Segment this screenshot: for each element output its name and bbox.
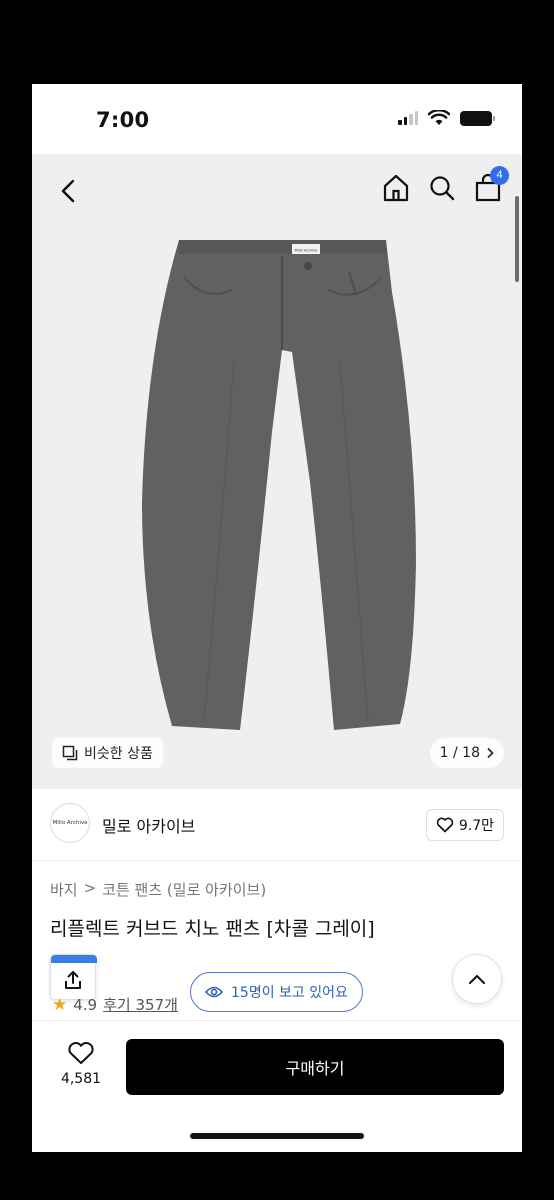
- home-icon[interactable]: [380, 172, 412, 204]
- rating-score: 4.9: [73, 995, 98, 1014]
- product-image-gallery[interactable]: 4 Millo Archive 비슷한 상품 1 / 18: [32, 154, 522, 789]
- product-image: Millo Archive: [142, 240, 416, 730]
- cart-count-badge: 4: [490, 166, 509, 185]
- breadcrumb-item[interactable]: 코튼 팬츠 (밀로 아카이브): [102, 879, 266, 900]
- product-title: 리플렉트 커브드 치노 팬츠 [차콜 그레이]: [50, 918, 375, 940]
- brand-logo: Millo Archive: [50, 803, 90, 843]
- wishlist-count: 4,581: [60, 1071, 102, 1087]
- status-bar: 7:00: [32, 84, 522, 154]
- similar-products-label: 비슷한 상품: [84, 746, 153, 762]
- product-rating: ★ 4.9 후기 357개: [52, 994, 178, 1015]
- similar-icon: [62, 745, 78, 761]
- viewers-badge: 15명이 보고 있어요: [190, 972, 363, 1012]
- app-screen: 7:00 4 Millo Archive 비슷한 상품 1 / 18 Millo…: [32, 84, 522, 1152]
- breadcrumb-separator: >: [83, 879, 97, 897]
- status-icons: [398, 110, 495, 126]
- battery-icon: [460, 110, 495, 126]
- heart-icon: [436, 817, 454, 833]
- similar-products-button[interactable]: 비슷한 상품: [52, 738, 163, 768]
- viewers-text: 15명이 보고 있어요: [231, 985, 348, 1001]
- brand-like-count: 9.7만: [458, 818, 494, 834]
- brand-row[interactable]: Millo Archive 밀로 아카이브 9.7만: [32, 789, 522, 861]
- eye-icon: [205, 986, 223, 998]
- buy-button[interactable]: 구매하기: [126, 1039, 504, 1095]
- star-icon: ★: [52, 994, 68, 1015]
- search-icon[interactable]: [426, 172, 458, 204]
- wishlist-button[interactable]: 4,581: [54, 1041, 108, 1087]
- chevron-right-icon: [487, 747, 494, 759]
- heart-icon: [68, 1042, 94, 1064]
- breadcrumb-item[interactable]: 바지: [50, 879, 78, 900]
- breadcrumb: 바지 > 코튼 팬츠 (밀로 아카이브): [50, 879, 266, 900]
- brand-like-button[interactable]: 9.7만: [425, 809, 504, 841]
- image-counter[interactable]: 1 / 18: [429, 738, 504, 768]
- image-counter-text: 1 / 18: [439, 745, 480, 761]
- home-indicator[interactable]: [190, 1133, 364, 1139]
- scroll-top-button[interactable]: [452, 954, 502, 1004]
- scrollbar[interactable]: [515, 196, 519, 282]
- signal-icon: [398, 111, 418, 125]
- cart-button[interactable]: 4: [472, 166, 509, 204]
- status-time: 7:00: [96, 108, 150, 132]
- share-icon: [65, 971, 81, 989]
- brand-tag-label: Millo Archive: [295, 249, 319, 253]
- wifi-icon: [428, 110, 450, 125]
- reviews-link[interactable]: 후기 357개: [103, 994, 178, 1015]
- bottom-action-bar: 4,581 구매하기: [32, 1020, 522, 1152]
- back-icon[interactable]: [54, 176, 84, 206]
- brand-name[interactable]: 밀로 아카이브: [102, 813, 195, 837]
- top-nav-actions: 4: [380, 166, 509, 204]
- chevron-up-icon: [469, 975, 485, 984]
